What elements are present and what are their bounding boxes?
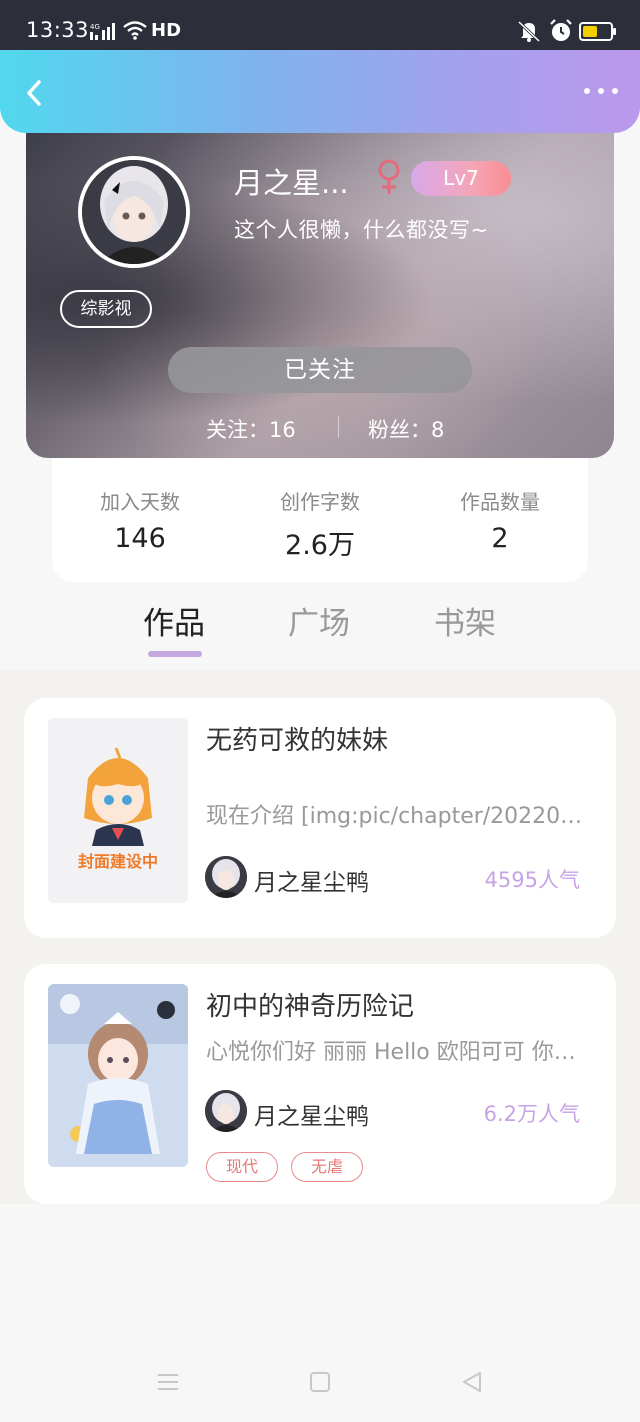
author-avatar[interactable] <box>205 856 247 898</box>
book-card[interactable]: 初中的神奇历险记 心悦你们好 丽丽 Hello 欧阳可可 你们好呀 月之星尘鸭 … <box>24 964 616 1204</box>
genre-tag[interactable]: 无虐 <box>291 1152 363 1182</box>
tab-bar: 作品 广场 书架 <box>0 594 640 670</box>
book-title[interactable]: 初中的神奇历险记 <box>206 986 414 1023</box>
stat-label: 创作字数 <box>280 490 360 514</box>
stat-value: 146 <box>114 523 166 554</box>
book-cover[interactable] <box>48 984 188 1167</box>
stats-card: 加入天数 146 创作字数 2.6万 作品数量 2 <box>52 458 588 582</box>
bio-text: 这个人很懒，什么都没写~ <box>234 218 489 242</box>
follow-stats: 关注：16 粉丝：8 <box>26 410 614 446</box>
system-nav-bar <box>0 1358 640 1408</box>
more-dots-icon[interactable] <box>584 84 618 98</box>
genre-tag[interactable]: 现代 <box>206 1152 278 1182</box>
tab-works[interactable]: 作品 <box>143 598 205 643</box>
works-list: 封面建设中 无药可救的妹妹 现在介绍 [img:pic/chapter/2022… <box>0 670 640 1204</box>
book-title[interactable]: 无药可救的妹妹 <box>206 720 388 757</box>
battery-icon <box>579 22 616 41</box>
status-time: 13:33 <box>26 18 90 42</box>
chevron-left-icon[interactable] <box>20 76 48 110</box>
svg-text:4G: 4G <box>90 23 100 31</box>
back-triangle-icon[interactable] <box>460 1370 484 1394</box>
stat-value: 2.6万 <box>285 530 355 561</box>
menu-icon[interactable] <box>156 1372 180 1392</box>
book-intro: 现在介绍 [img:pic/chapter/20220224/...] <box>206 804 596 829</box>
author-name: 月之星尘鸭 <box>254 870 369 896</box>
profile-header: 月之星... Lv7 这个人很懒，什么都没写~ 综影视 已关注 关注：16 粉丝… <box>26 110 614 458</box>
level-badge: Lv7 <box>411 161 511 196</box>
book-intro: 心悦你们好 丽丽 Hello 欧阳可可 你们好呀 <box>206 1040 596 1065</box>
stat-value: 2 <box>491 523 509 554</box>
cover-placeholder-text: 封面建设中 <box>77 852 158 871</box>
divider <box>338 416 339 438</box>
signal-icon: 4G <box>90 23 115 40</box>
tab-indicator <box>148 651 202 657</box>
following-count[interactable]: 关注：16 <box>206 414 296 444</box>
book-cover[interactable]: 封面建设中 <box>48 718 188 903</box>
fans-count[interactable]: 粉丝：8 <box>368 414 444 444</box>
popularity-count: 4595人气 <box>484 868 580 892</box>
stat-label: 作品数量 <box>460 490 540 514</box>
stat-word-count: 创作字数 2.6万 <box>240 486 400 562</box>
follow-button[interactable]: 已关注 <box>168 347 472 393</box>
mute-icon <box>517 20 541 43</box>
tab-square[interactable]: 广场 <box>288 598 350 643</box>
stat-join-days: 加入天数 146 <box>60 486 220 554</box>
top-nav-bar <box>0 50 640 133</box>
avatar[interactable] <box>78 156 190 268</box>
book-card[interactable]: 封面建设中 无药可救的妹妹 现在介绍 [img:pic/chapter/2022… <box>24 698 616 938</box>
stat-label: 加入天数 <box>100 490 180 514</box>
stat-works-count: 作品数量 2 <box>420 486 580 554</box>
tab-bookshelf[interactable]: 书架 <box>434 598 496 643</box>
author-row: 月之星尘鸭 6.2万人气 <box>205 1090 595 1134</box>
alarm-icon <box>550 19 572 41</box>
author-row: 月之星尘鸭 4595人气 <box>205 856 595 900</box>
home-icon[interactable] <box>310 1372 330 1392</box>
popularity-count: 6.2万人气 <box>483 1102 580 1126</box>
nickname: 月之星... <box>234 166 349 200</box>
author-avatar[interactable] <box>205 1090 247 1132</box>
category-tag[interactable]: 综影视 <box>60 290 152 328</box>
female-icon <box>378 159 400 194</box>
network-label: HD <box>151 20 182 41</box>
wifi-icon <box>123 21 147 40</box>
author-name: 月之星尘鸭 <box>254 1104 369 1130</box>
